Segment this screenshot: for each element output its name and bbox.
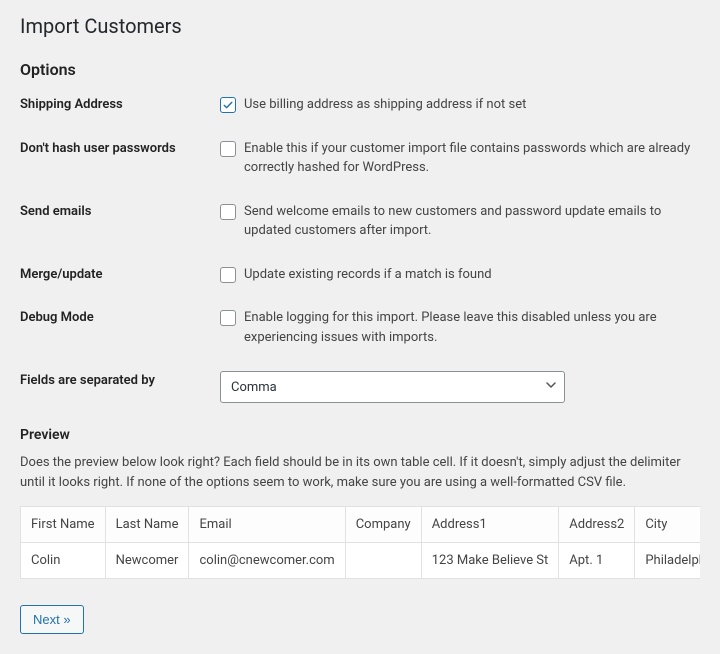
preview-table: First NameLast NameEmailCompanyAddress1A… [20,506,700,579]
debug-mode-label: Debug Mode [20,308,220,325]
table-cell: Apt. 1 [559,543,635,579]
preview-heading: Preview [20,427,700,443]
table-header: Email [189,507,345,543]
send-emails-checkbox[interactable] [220,204,236,220]
shipping-address-text: Use billing address as shipping address … [244,95,526,115]
send-emails-text: Send welcome emails to new customers and… [244,202,700,241]
send-emails-option[interactable]: Send welcome emails to new customers and… [220,202,700,241]
merge-update-label: Merge/update [20,265,220,282]
merge-update-text: Update existing records if a match is fo… [244,265,492,285]
shipping-address-label: Shipping Address [20,95,220,112]
separator-select[interactable]: Comma [220,371,565,403]
options-heading: Options [20,60,700,79]
table-header: Last Name [105,507,189,543]
merge-update-option[interactable]: Update existing records if a match is fo… [220,265,492,285]
table-header: City [635,507,700,543]
send-emails-label: Send emails [20,202,220,219]
dont-hash-option[interactable]: Enable this if your customer import file… [220,139,700,178]
table-header: Company [345,507,421,543]
preview-table-scroll[interactable]: First NameLast NameEmailCompanyAddress1A… [20,506,700,587]
dont-hash-checkbox[interactable] [220,141,236,157]
debug-mode-option[interactable]: Enable logging for this import. Please l… [220,308,700,347]
shipping-address-checkbox[interactable] [220,97,236,113]
preview-description: Does the preview below look right? Each … [20,453,700,492]
table-header: Address2 [559,507,635,543]
table-header: First Name [21,507,106,543]
dont-hash-text: Enable this if your customer import file… [244,139,700,178]
table-cell: 123 Make Believe St [421,543,559,579]
check-icon [222,99,234,111]
table-cell: colin@cnewcomer.com [189,543,345,579]
shipping-address-option[interactable]: Use billing address as shipping address … [220,95,526,115]
debug-mode-text: Enable logging for this import. Please l… [244,308,700,347]
separator-value: Comma [231,380,277,395]
next-button[interactable]: Next » [20,605,84,634]
table-cell [345,543,421,579]
table-cell: Colin [21,543,106,579]
debug-mode-checkbox[interactable] [220,310,236,326]
table-cell: Philadelphia [635,543,700,579]
table-row: ColinNewcomercolin@cnewcomer.com 123 Make… [21,543,701,579]
page-title: Import Customers [20,14,700,38]
table-header: Address1 [421,507,559,543]
dont-hash-label: Don't hash user passwords [20,139,220,156]
table-cell: Newcomer [105,543,189,579]
merge-update-checkbox[interactable] [220,267,236,283]
separator-label: Fields are separated by [20,371,220,388]
